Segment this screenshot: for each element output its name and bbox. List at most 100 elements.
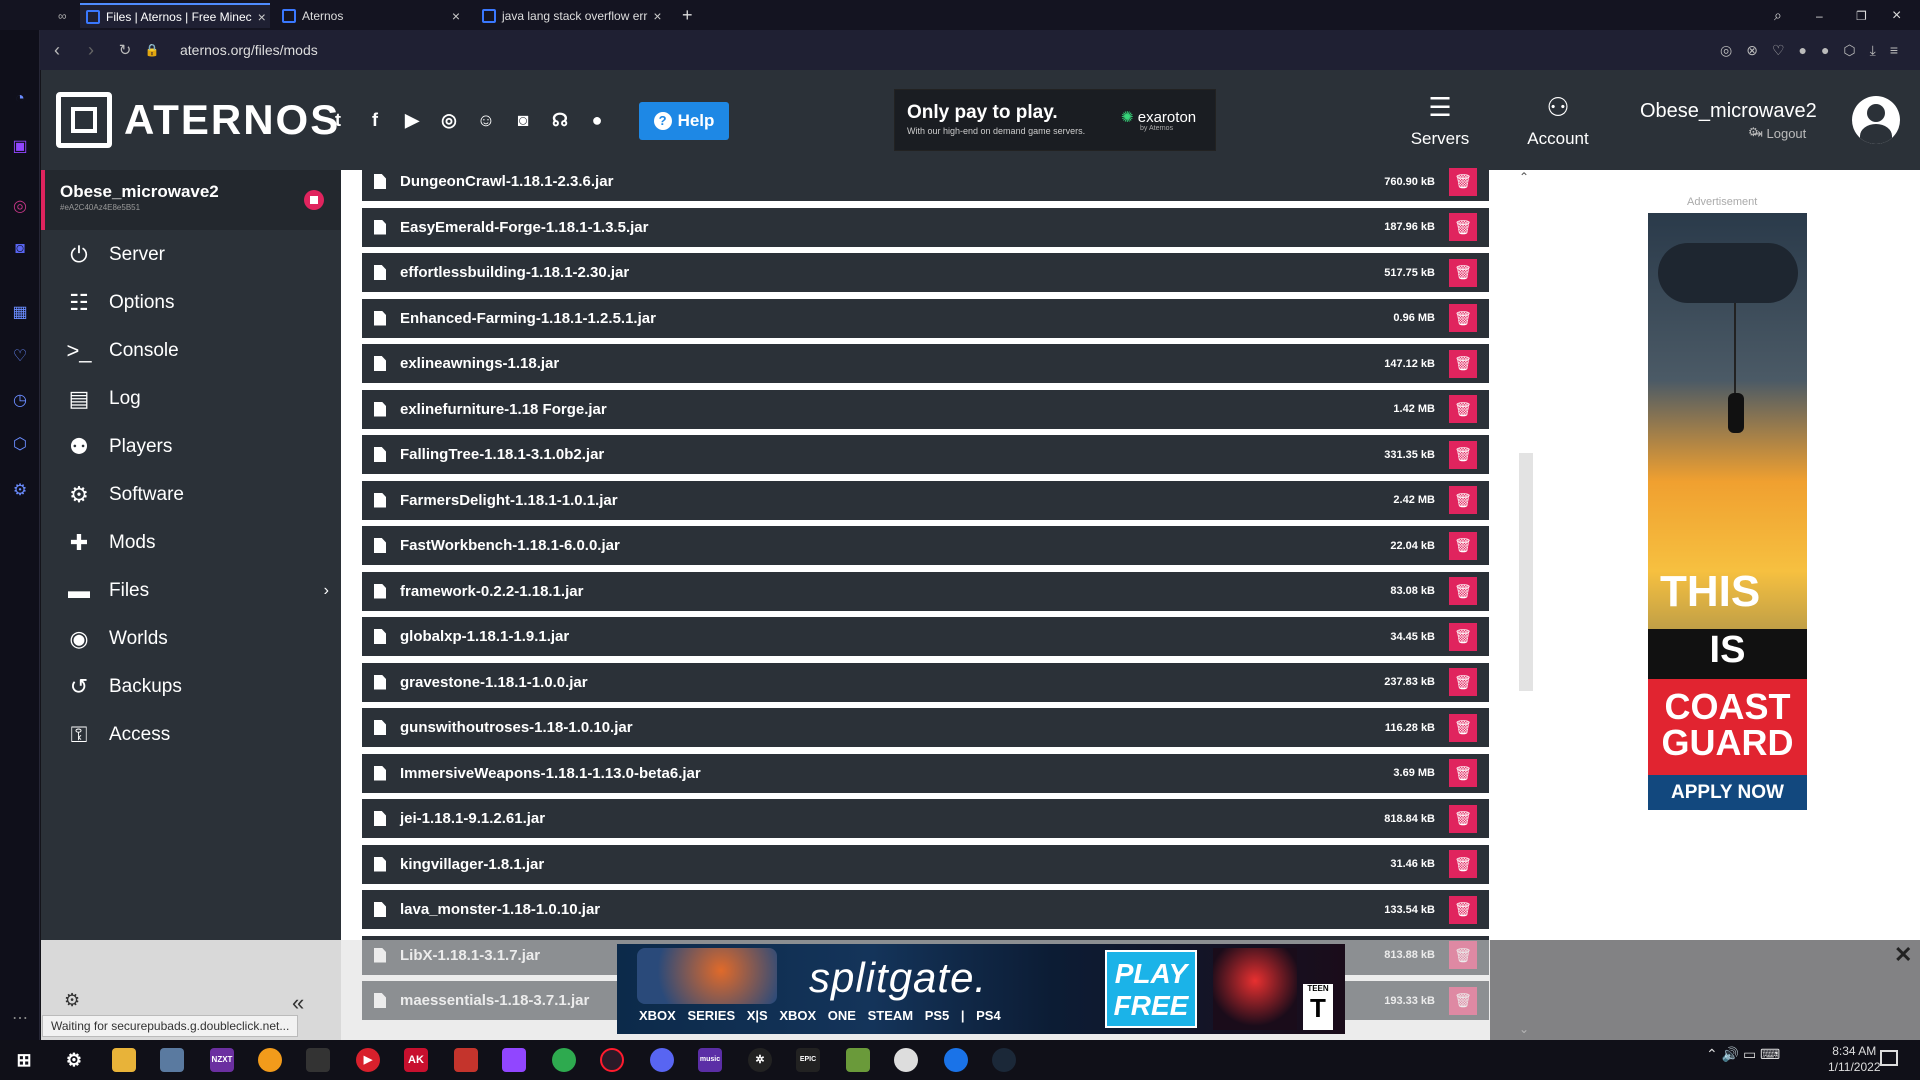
file-name[interactable]: kingvillager-1.8.1.jar xyxy=(400,856,544,873)
reload-icon[interactable]: ↻ xyxy=(108,41,142,59)
facebook-icon[interactable]: f xyxy=(363,108,387,132)
close-icon[interactable]: × xyxy=(258,9,266,25)
file-name[interactable]: FarmersDelight-1.18.1-1.0.1.jar xyxy=(400,492,618,509)
file-row[interactable]: EasyEmerald-Forge-1.18.1-1.3.5.jar 187.96… xyxy=(362,207,1489,247)
instagram-icon[interactable]: ◎ xyxy=(437,108,461,132)
close-icon[interactable]: × xyxy=(452,8,460,24)
support-headset-icon[interactable]: ☊ xyxy=(548,108,572,132)
delete-file-button[interactable]: 🗑 xyxy=(1449,349,1477,378)
coast-guard-ad[interactable]: THIS IS COAST GUARD APPLY NOW xyxy=(1648,213,1807,810)
file-row[interactable]: jei-1.18.1-9.1.2.61.jar 818.84 kB 🗑 xyxy=(362,799,1489,838)
file-row[interactable]: FallingTree-1.18.1-3.1.0b2.jar 331.35 kB 🗑 xyxy=(362,435,1489,474)
clock[interactable]: 8:34 AM 1/11/2022 xyxy=(1828,1043,1881,1075)
file-name[interactable]: globalxp-1.18.1-1.9.1.jar xyxy=(400,628,569,645)
help-button[interactable]: ? Help xyxy=(639,102,729,140)
delete-file-button[interactable]: 🗑 xyxy=(1449,167,1477,196)
collapse-sidebar-icon[interactable]: « xyxy=(292,990,304,1016)
discord-icon[interactable]: ◙ xyxy=(10,240,30,260)
close-icon[interactable]: × xyxy=(653,8,661,24)
settings-icon[interactable]: ⚙ xyxy=(62,1048,86,1072)
app-icon[interactable] xyxy=(894,1048,918,1072)
new-tab-icon[interactable]: + xyxy=(676,3,700,28)
sidebar-item-backups[interactable]: ↺ Backups xyxy=(41,663,341,711)
app-icon[interactable] xyxy=(258,1048,282,1072)
amazon-music-icon[interactable]: music xyxy=(698,1048,722,1072)
delete-file-button[interactable]: 🗑 xyxy=(1449,804,1477,833)
delete-file-button[interactable]: 🗑 xyxy=(1449,258,1477,287)
file-row[interactable]: Enhanced-Farming-1.18.1-1.2.5.1.jar 0.96 … xyxy=(362,298,1489,338)
youtube-icon[interactable]: ▶ xyxy=(400,108,424,132)
reddit-icon[interactable]: ☺ xyxy=(474,108,498,132)
nzxt-icon[interactable]: NZXT xyxy=(210,1048,234,1072)
search-tabs-icon[interactable]: ⌕ xyxy=(1768,3,1792,28)
header-ad[interactable]: Only pay to play. With our high-end on d… xyxy=(894,89,1216,151)
delete-file-button[interactable]: 🗑 xyxy=(1449,213,1477,241)
opera-icon[interactable] xyxy=(600,1048,624,1072)
file-row[interactable]: kingvillager-1.8.1.jar 31.46 kB 🗑 xyxy=(362,844,1489,884)
splitgate-ad[interactable]: splitgate. XBOX SERIES X|S XBOX ONE STEA… xyxy=(617,944,1345,1034)
media-icon[interactable]: ▶ xyxy=(356,1048,380,1072)
settings-icon[interactable]: ⚙ xyxy=(64,990,80,1011)
epic-games-icon[interactable]: EPIC xyxy=(796,1048,820,1072)
tabs-menu-icon[interactable]: ∞ xyxy=(52,3,76,28)
file-name[interactable]: gravestone-1.18.1-1.0.0.jar xyxy=(400,674,588,691)
ak-icon[interactable]: AK xyxy=(404,1048,428,1072)
forward-icon[interactable]: › xyxy=(74,40,108,61)
window-close-icon[interactable]: × xyxy=(1886,3,1910,28)
brand-name[interactable]: ATERNOS xyxy=(124,96,340,144)
delete-file-button[interactable]: 🗑 xyxy=(1449,531,1477,560)
steelseries-icon[interactable]: ✲ xyxy=(748,1048,772,1072)
steam-icon[interactable] xyxy=(992,1048,1016,1072)
file-name[interactable]: ImmersiveWeapons-1.18.1-1.13.0-beta6.jar xyxy=(400,765,701,782)
file-row[interactable]: FastWorkbench-1.18.1-6.0.0.jar 22.04 kB 🗑 xyxy=(362,526,1489,565)
toolbar-extension-icons[interactable]: ◎⊗♡●●⬡⤓≡ xyxy=(1720,42,1912,59)
delete-file-button[interactable]: 🗑 xyxy=(1449,577,1477,605)
delete-file-button[interactable]: 🗑 xyxy=(1449,850,1477,878)
file-row[interactable]: gravestone-1.18.1-1.0.0.jar 237.83 kB 🗑 xyxy=(362,662,1489,702)
apps-icon[interactable]: ▦ xyxy=(10,302,30,322)
tab-java[interactable]: java lang stack overflow err × xyxy=(476,3,666,28)
sidebar-item-mods[interactable]: ✚ Mods xyxy=(41,519,341,567)
file-row[interactable]: FarmersDelight-1.18.1-1.0.1.jar 2.42 MB 🗑 xyxy=(362,480,1489,520)
file-row[interactable]: effortlessbuilding-1.18.1-2.30.jar 517.75… xyxy=(362,253,1489,292)
delete-file-button[interactable]: 🗑 xyxy=(1449,395,1477,423)
sidebar-item-access[interactable]: ⚿ Access xyxy=(41,711,341,759)
file-name[interactable]: exlineawnings-1.18.jar xyxy=(400,355,559,372)
file-name[interactable]: FastWorkbench-1.18.1-6.0.0.jar xyxy=(400,537,620,554)
heart-icon[interactable]: ♡ xyxy=(10,346,30,366)
app-icon[interactable] xyxy=(160,1048,184,1072)
mouse-icon[interactable] xyxy=(306,1048,330,1072)
scrollbar-thumb[interactable] xyxy=(1519,453,1533,691)
header-username[interactable]: Obese_microwave2 xyxy=(1640,100,1817,123)
twitter-icon[interactable]: t xyxy=(326,108,350,132)
ad-apply-button[interactable]: APPLY NOW xyxy=(1648,775,1807,810)
file-name[interactable]: Enhanced-Farming-1.18.1-1.2.5.1.jar xyxy=(400,310,656,327)
app-icon[interactable] xyxy=(454,1048,478,1072)
history-icon[interactable]: ◷ xyxy=(10,390,30,410)
sidebar-item-worlds[interactable]: ◉ Worlds xyxy=(41,615,341,663)
github-icon[interactable]: ● xyxy=(585,108,609,132)
file-row[interactable]: lava_monster-1.18-1.0.10.jar 133.54 kB 🗑 xyxy=(362,890,1489,929)
delete-file-button[interactable]: 🗑 xyxy=(1449,440,1477,469)
delete-file-button[interactable]: 🗑 xyxy=(1449,759,1477,787)
aternos-logo-icon[interactable] xyxy=(56,92,112,148)
sidebar-item-server[interactable]: ⏻ Server xyxy=(41,231,341,279)
file-row[interactable]: exlineawnings-1.18.jar 147.12 kB 🗑 xyxy=(362,344,1489,383)
cube-icon[interactable]: ⬡ xyxy=(10,434,30,454)
discord-icon[interactable]: ◙ xyxy=(511,108,535,132)
play-free-button[interactable]: PLAY FREE xyxy=(1105,950,1197,1028)
file-name[interactable]: DungeonCrawl-1.18.1-2.3.6.jar xyxy=(400,173,613,190)
instagram-icon[interactable]: ◎ xyxy=(10,196,30,216)
chrome-icon[interactable] xyxy=(552,1048,576,1072)
file-name[interactable]: lava_monster-1.18-1.0.10.jar xyxy=(400,901,600,918)
delete-file-button[interactable]: 🗑 xyxy=(1449,304,1477,332)
back-icon[interactable]: ‹ xyxy=(40,40,74,61)
restore-icon[interactable]: ❐ xyxy=(1850,3,1874,28)
app-icon[interactable] xyxy=(944,1048,968,1072)
file-name[interactable]: exlinefurniture-1.18 Forge.jar xyxy=(400,401,607,418)
scroll-up-icon[interactable]: ⌃ xyxy=(1519,170,1529,184)
stop-server-button[interactable] xyxy=(304,190,324,210)
system-tray[interactable]: ⌃ 🔊 ▭ ⌨ xyxy=(1706,1046,1780,1063)
more-icon[interactable]: ⋯ xyxy=(10,1008,30,1028)
notification-icon[interactable] xyxy=(1880,1050,1898,1066)
